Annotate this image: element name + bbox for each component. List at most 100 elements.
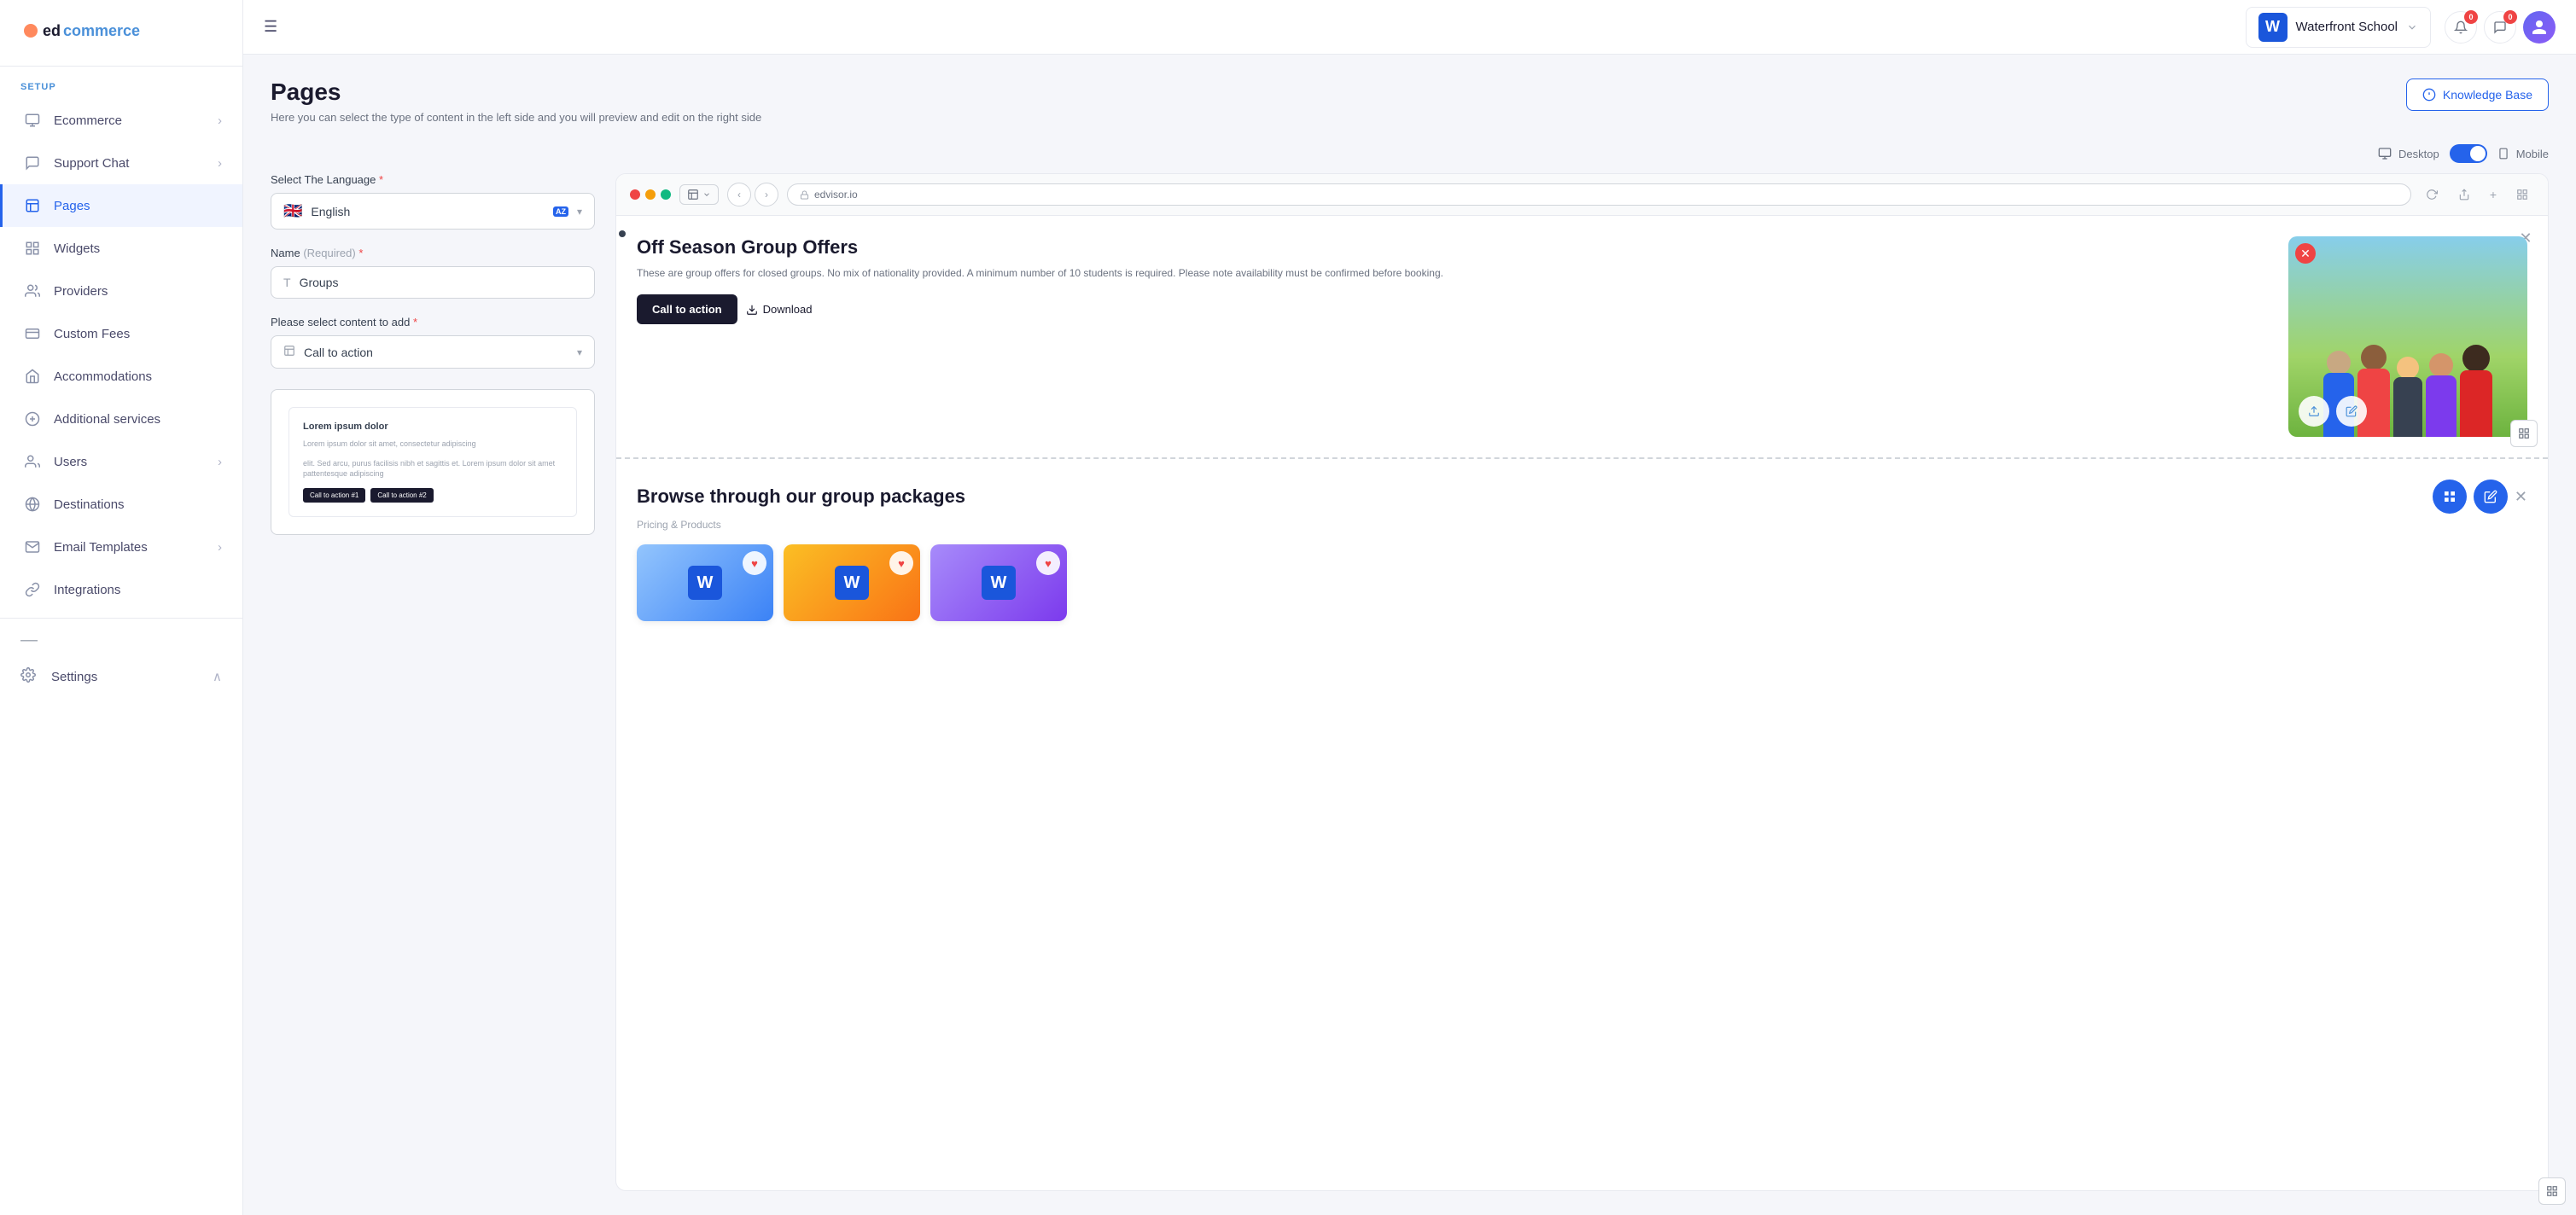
content-body: Select The Language * 🇬🇧 English AZ ▾ xyxy=(271,173,2549,1191)
main-area: ☰ W Waterfront School 0 0 xyxy=(243,0,2576,1215)
school-avatar: W xyxy=(2258,13,2288,42)
language-label: Select The Language * xyxy=(271,173,595,186)
browser-share-button[interactable] xyxy=(2452,183,2476,206)
off-season-card: Off Season Group Offers These are group … xyxy=(637,236,2527,437)
image-edit-button[interactable] xyxy=(2336,396,2367,427)
pages-icon xyxy=(23,196,42,215)
browser-back-button[interactable]: ‹ xyxy=(727,183,751,206)
settings-icon xyxy=(20,667,39,686)
preview-btn-2: Call to action #2 xyxy=(370,488,433,503)
content-area: Pages Here you can select the type of co… xyxy=(243,55,2576,1215)
sidebar-item-users[interactable]: Users › xyxy=(0,440,242,483)
language-chevron-icon: ▾ xyxy=(577,206,582,218)
integrations-icon xyxy=(23,580,42,599)
cta-button[interactable]: Call to action xyxy=(637,294,737,324)
image-upload-button[interactable] xyxy=(2299,396,2329,427)
chevron-right-icon: › xyxy=(218,455,222,469)
off-season-title: Off Season Group Offers xyxy=(637,236,2271,259)
sidebar-item-providers[interactable]: Providers xyxy=(0,270,242,312)
name-input-wrapper: T xyxy=(271,266,595,299)
additional-services-icon xyxy=(23,410,42,428)
widgets-icon xyxy=(23,239,42,258)
content-label: Please select content to add * xyxy=(271,316,595,328)
sidebar-item-ecommerce[interactable]: Ecommerce › xyxy=(0,99,242,142)
browse-cards: W ♥ W ♥ xyxy=(637,544,2527,621)
text-field-icon: T xyxy=(283,276,291,289)
language-select-wrapper[interactable]: 🇬🇧 English AZ ▾ xyxy=(271,193,595,230)
view-toggle-switch[interactable] xyxy=(2450,144,2487,163)
chevron-right-icon: › xyxy=(218,113,222,128)
browser-dot-green xyxy=(661,189,671,200)
browser-grid-button[interactable] xyxy=(2510,183,2534,206)
sidebar-collapse[interactable]: — xyxy=(0,625,242,655)
lang-translation-icon: AZ xyxy=(553,206,568,217)
browser-layout-button[interactable] xyxy=(679,184,719,205)
sidebar-item-accommodations[interactable]: Accommodations xyxy=(0,355,242,398)
sidebar-item-settings[interactable]: Settings ∧ xyxy=(0,655,242,698)
browser-refresh-button[interactable] xyxy=(2420,183,2444,206)
notification-badge: 0 xyxy=(2464,10,2478,24)
browse-edit-button[interactable] xyxy=(2474,480,2508,514)
section-browse: Browse through our group packages ✕ xyxy=(616,459,2548,642)
sidebar-item-destinations[interactable]: Destinations xyxy=(0,483,242,526)
card-favorite-button-1[interactable]: ♥ xyxy=(743,551,766,575)
mobile-toggle[interactable]: Mobile xyxy=(2497,147,2549,160)
browse-close-button[interactable]: ✕ xyxy=(2515,488,2527,506)
page-header: Pages Here you can select the type of co… xyxy=(271,78,2549,124)
toggle-knob xyxy=(2470,146,2486,161)
language-select[interactable]: English xyxy=(311,205,545,218)
school-logo-card-1: W xyxy=(688,566,722,600)
download-icon xyxy=(746,304,758,316)
notifications-button[interactable]: 0 xyxy=(2445,11,2477,44)
image-remove-button[interactable]: ✕ xyxy=(2295,243,2316,264)
sidebar-item-additional-services[interactable]: Additional services xyxy=(0,398,242,440)
preview-card-buttons: Call to action #1 Call to action #2 xyxy=(303,488,562,503)
browse-title: Browse through our group packages xyxy=(637,485,965,508)
section-off-season: ✕ Off Season Group Offers These are grou… xyxy=(616,216,2548,459)
browse-card-2: W ♥ xyxy=(784,544,920,621)
desktop-toggle[interactable]: Desktop xyxy=(2378,147,2439,160)
page-subtitle: Here you can select the type of content … xyxy=(271,111,761,124)
sidebar-item-widgets[interactable]: Widgets xyxy=(0,227,242,270)
sidebar-item-custom-fees[interactable]: Custom Fees xyxy=(0,312,242,355)
content-select[interactable]: Call to action xyxy=(304,346,568,359)
image-overlay-buttons xyxy=(2299,396,2367,427)
logo: ed commerce xyxy=(0,0,242,67)
preview-card: Lorem ipsum dolor Lorem ipsum dolor sit … xyxy=(271,389,595,535)
sidebar-item-support-chat[interactable]: Support Chat › xyxy=(0,142,242,184)
topbar: ☰ W Waterfront School 0 0 xyxy=(243,0,2576,55)
menu-icon[interactable]: ☰ xyxy=(264,18,277,36)
card-favorite-button-2[interactable]: ♥ xyxy=(889,551,913,575)
section-layout-button[interactable] xyxy=(2510,420,2538,447)
preview-card-text2: elit. Sed arcu, purus facilisis nibh et … xyxy=(303,458,562,480)
lock-icon xyxy=(800,190,809,200)
browse-card-image-1: W ♥ xyxy=(637,544,773,621)
browser-url-bar[interactable]: edvisor.io xyxy=(787,183,2411,206)
svg-text:commerce: commerce xyxy=(63,22,140,39)
sidebar-item-pages[interactable]: Pages xyxy=(0,184,242,227)
browser-dot-red xyxy=(630,189,640,200)
browser-forward-button[interactable]: › xyxy=(755,183,778,206)
knowledge-base-button[interactable]: Knowledge Base xyxy=(2406,78,2549,111)
user-avatar[interactable] xyxy=(2523,11,2556,44)
off-season-image: ✕ xyxy=(2288,236,2527,437)
browse-grid-button[interactable] xyxy=(2433,480,2467,514)
name-input[interactable] xyxy=(300,276,582,289)
browser-url-text: edvisor.io xyxy=(814,189,858,201)
browse-layout-button[interactable] xyxy=(2538,1177,2548,1190)
messages-button[interactable]: 0 xyxy=(2484,11,2516,44)
card-favorite-button-3[interactable]: ♥ xyxy=(1036,551,1060,575)
sidebar-item-integrations[interactable]: Integrations xyxy=(0,568,242,611)
page-title: Pages xyxy=(271,78,761,106)
sidebar-section-label: SETUP xyxy=(0,67,242,99)
download-button[interactable]: Download xyxy=(746,303,813,316)
preview-card-title: Lorem ipsum dolor xyxy=(303,421,562,432)
browser-dots xyxy=(630,189,671,200)
browse-header: Browse through our group packages ✕ xyxy=(637,480,2527,514)
sidebar-item-email-templates[interactable]: Email Templates › xyxy=(0,526,242,568)
knowledge-base-icon xyxy=(2422,88,2436,102)
preview-card-text1: Lorem ipsum dolor sit amet, consectetur … xyxy=(303,439,562,450)
school-selector[interactable]: W Waterfront School xyxy=(2246,7,2432,48)
browser-add-button[interactable]: + xyxy=(2481,183,2505,206)
content-select-wrapper[interactable]: Call to action ▾ xyxy=(271,335,595,369)
